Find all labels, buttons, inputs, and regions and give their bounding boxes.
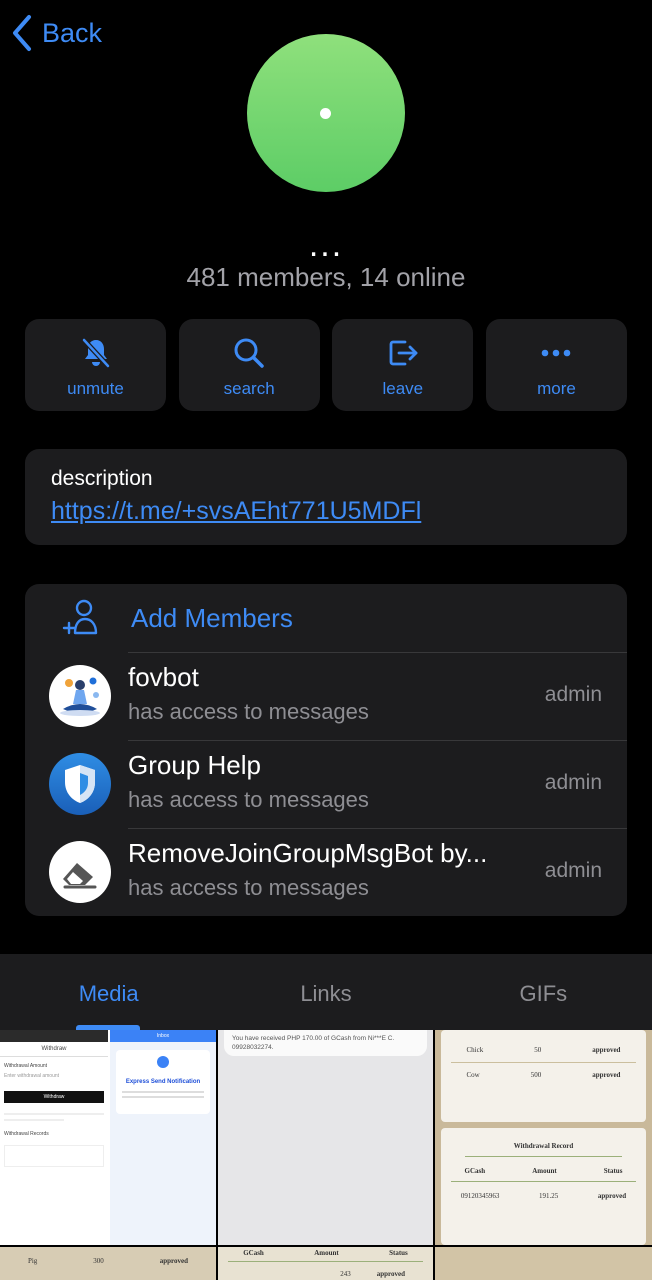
thumb-button: Withdraw (4, 1091, 104, 1103)
tab-gifs[interactable]: GIFs (435, 954, 652, 1030)
add-members-label: Add Members (131, 602, 293, 633)
member-name: Group Help (128, 750, 261, 780)
media-thumbnail[interactable]: Pig 300 approved (0, 1247, 216, 1280)
tab-media[interactable]: Media (0, 954, 217, 1030)
back-button[interactable]: Back (10, 14, 102, 52)
leave-button[interactable]: leave (332, 319, 474, 411)
member-name: fovbot (128, 662, 199, 692)
thumb-cell: 500 (530, 1071, 542, 1079)
member-row-removejoin-bot[interactable]: RemoveJoinGroupMsgBot by... has access t… (25, 828, 627, 916)
member-role: admin (544, 683, 602, 706)
search-label: search (223, 379, 275, 398)
thumb-cell: Amount (532, 1167, 557, 1175)
bell-slash-icon (81, 338, 110, 368)
thumb-section: Withdrawal Records (4, 1131, 49, 1137)
thumb-placeholder: Enter withdrawal amount (4, 1073, 60, 1079)
media-thumbnail[interactable]: Chick 50 approved Cow 500 approved Withd… (435, 1030, 652, 1245)
group-avatar[interactable] (247, 34, 405, 192)
thumb-cell: approved (597, 1192, 627, 1200)
member-role: admin (544, 771, 602, 794)
media-tabs: Media Links GIFs (0, 954, 652, 1030)
thumb-cell: Status (603, 1167, 623, 1175)
members-card: Add Members fovbot has access to message… (25, 584, 627, 916)
unmute-button[interactable]: unmute (25, 319, 166, 411)
member-status: has access to messages (128, 787, 369, 812)
search-icon (234, 338, 264, 368)
member-status: has access to messages (128, 875, 369, 900)
thumb-record-title: Withdrawal Record (513, 1142, 574, 1150)
thumb-cell: Amount (314, 1249, 339, 1257)
media-thumbnail[interactable]: Withdraw Withdrawal Amount Enter withdra… (0, 1030, 216, 1245)
description-title: description (51, 467, 153, 490)
description-card: description https://t.me/+svsAEht771U5MD… (25, 449, 627, 545)
leave-label: leave (382, 379, 424, 398)
thumb-field: Withdrawal Amount (4, 1063, 48, 1069)
thumb-cell: Pig (27, 1257, 38, 1265)
member-row-group-help[interactable]: Group Help has access to messages admin (25, 740, 627, 828)
back-label: Back (42, 17, 103, 48)
divider (128, 740, 627, 741)
thumb-cell: Chick (466, 1046, 484, 1054)
leave-icon (389, 340, 418, 366)
removejoin-avatar (49, 841, 111, 903)
thumb-cell: approved (592, 1071, 621, 1079)
divider (128, 828, 627, 829)
thumb-sms-text: You have received PHP 170.00 of GCash fr… (224, 1030, 427, 1056)
tab-media-label: Media (78, 981, 139, 1006)
thumb-inbox: Inbox (110, 1030, 216, 1042)
member-status: has access to messages (128, 699, 369, 724)
thumb-cell: GCash (464, 1167, 486, 1175)
thumb-cell: 191.25 (538, 1192, 559, 1200)
thumb-cell: 300 (93, 1257, 104, 1265)
member-row-fovbot[interactable]: fovbot has access to messages admin (25, 652, 627, 740)
unmute-label: unmute (67, 379, 124, 398)
tab-gifs-label: GIFs (519, 981, 568, 1006)
group-help-avatar (49, 753, 111, 815)
avatar-dot (320, 108, 331, 119)
tab-links[interactable]: Links (217, 954, 434, 1030)
divider (128, 652, 627, 653)
chevron-left-icon (13, 15, 31, 51)
add-members-button[interactable]: Add Members (25, 584, 627, 652)
member-name: RemoveJoinGroupMsgBot by... (128, 838, 488, 868)
thumb-cell: 243 (340, 1270, 351, 1278)
thumb-cell: Cow (466, 1071, 480, 1079)
add-person-icon (62, 599, 98, 635)
more-label: more (537, 379, 576, 398)
group-name: ... (308, 226, 344, 264)
thumb-cell: approved (592, 1046, 621, 1054)
action-bar: unmute search leave more (25, 319, 627, 411)
invite-link[interactable]: https://t.me/+svsAEht771U5MDFl (51, 497, 601, 526)
tab-links-label: Links (300, 981, 352, 1006)
media-grid: Withdraw Withdrawal Amount Enter withdra… (0, 1030, 652, 1280)
thumb-cell: GCash (243, 1249, 264, 1257)
media-thumbnail[interactable]: GCash Amount Status 243 approved (218, 1247, 433, 1280)
thumb-cell: 50 (534, 1046, 542, 1054)
thumb-notification-title: Express Send Notification (125, 1079, 201, 1085)
thumb-cell: Status (389, 1249, 408, 1257)
fovbot-avatar (49, 665, 111, 727)
search-button[interactable]: search (178, 319, 320, 411)
thumb-title: Withdraw (0, 1042, 108, 1057)
thumb-cell: approved (159, 1257, 188, 1265)
more-button[interactable]: more (485, 319, 627, 411)
thumb-cell: approved (376, 1270, 405, 1278)
thumb-cell: 09120345963 (460, 1192, 500, 1200)
more-dots-icon (542, 349, 571, 357)
member-count: 481 members, 14 online (186, 262, 466, 292)
media-thumbnail[interactable] (435, 1247, 652, 1280)
member-role: admin (544, 859, 602, 882)
media-thumbnail[interactable]: You have received PHP 170.00 of GCash fr… (218, 1030, 433, 1245)
